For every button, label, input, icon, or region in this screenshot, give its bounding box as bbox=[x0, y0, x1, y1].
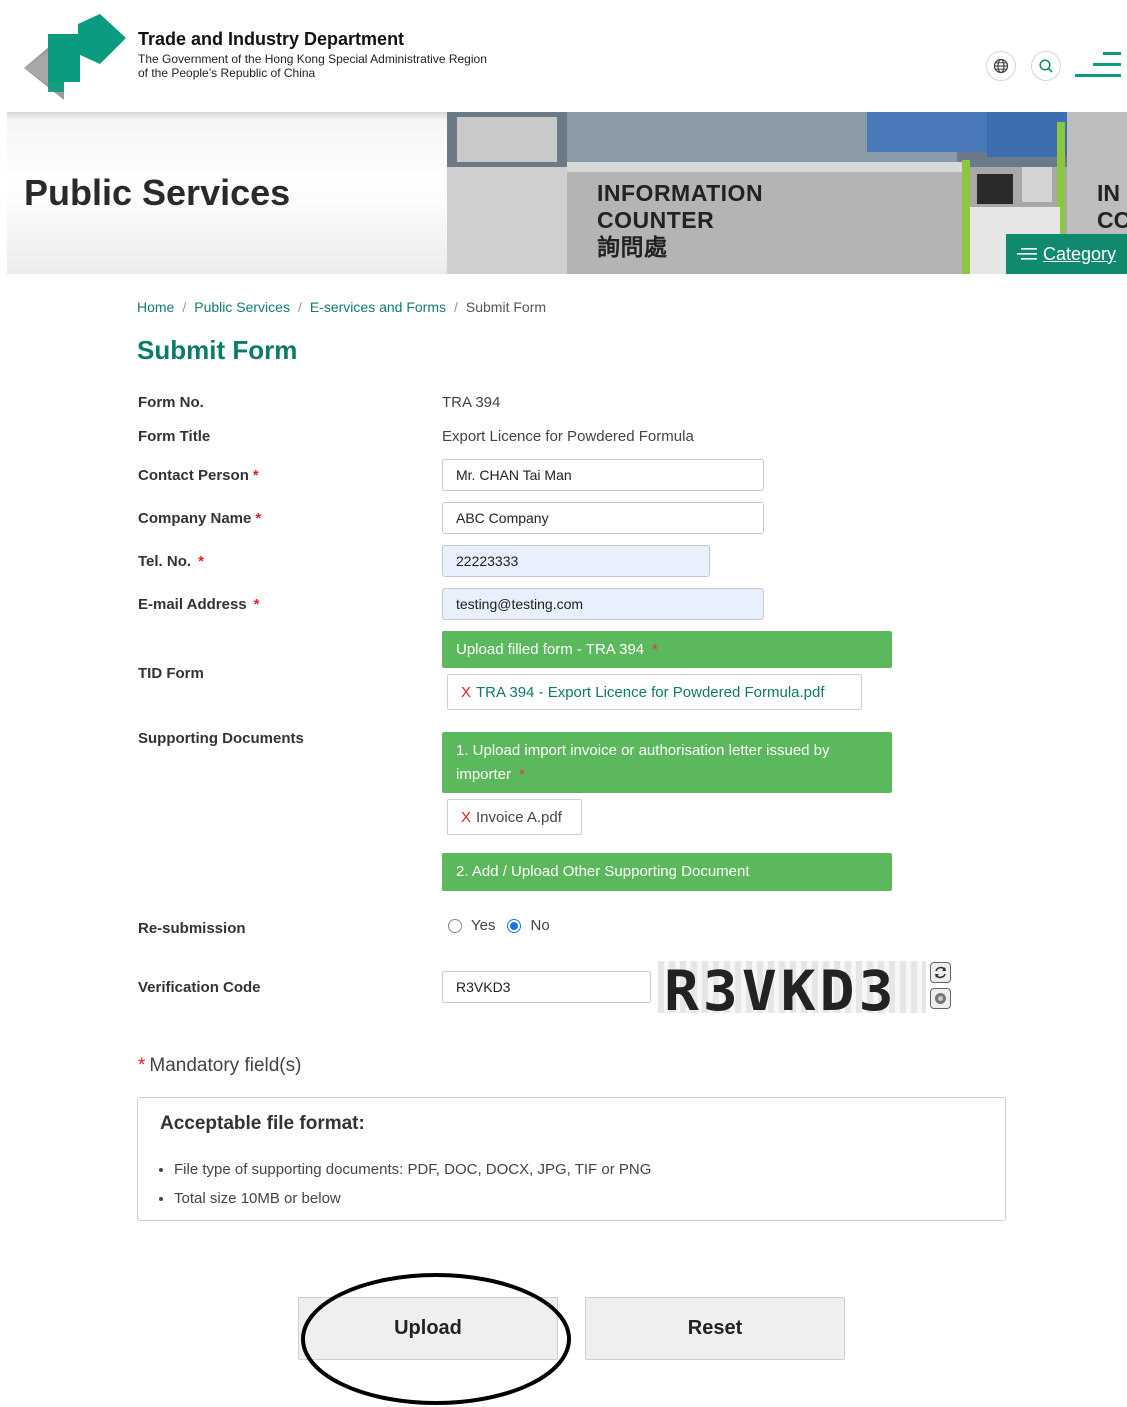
required-mark: * bbox=[652, 640, 658, 658]
gov-line-2: of the People’s Republic of China bbox=[138, 66, 316, 80]
form-title-value: Export Licence for Powdered Formula bbox=[442, 428, 694, 445]
sign-line-3: 詢問處 bbox=[597, 234, 668, 260]
supporting-documents-label: Supporting Documents bbox=[138, 730, 304, 747]
remove-file-icon[interactable]: X bbox=[461, 809, 471, 826]
file-format-info-box: Acceptable file format: File type of sup… bbox=[137, 1097, 1006, 1221]
mandatory-note: * Mandatory field(s) bbox=[138, 1055, 301, 1077]
upload-invoice-label-line-2-wrap: importer * bbox=[456, 763, 525, 787]
banner-title-area: Public Services bbox=[7, 112, 447, 274]
info-item: Total size 10MB or below bbox=[174, 1184, 651, 1213]
refresh-icon bbox=[935, 966, 946, 979]
breadcrumb-separator: / bbox=[297, 299, 302, 315]
breadcrumb-separator: / bbox=[454, 299, 458, 315]
form-title-label: Form Title bbox=[138, 428, 211, 445]
upload-invoice-label-line-2: importer bbox=[456, 765, 512, 783]
invoice-file-chip: X Invoice A.pdf bbox=[447, 799, 582, 835]
breadcrumb-current: Submit Form bbox=[465, 299, 547, 315]
required-mark: * bbox=[138, 1055, 146, 1076]
remove-file-icon[interactable]: X bbox=[461, 684, 471, 701]
resubmission-yes-label[interactable]: Yes bbox=[471, 917, 495, 934]
breadcrumb-public-services[interactable]: Public Services bbox=[194, 299, 290, 315]
breadcrumb: Home / Public Services / E-services and Form… bbox=[137, 299, 546, 315]
required-mark: * bbox=[519, 765, 525, 783]
banner-counter-sign-right: IN CC bbox=[1097, 180, 1127, 234]
banner-counter-sign: INFORMATION COUNTER 詢問處 bbox=[597, 180, 763, 261]
tid-file-name[interactable]: TRA 394 - Export Licence for Powdered Fo… bbox=[476, 684, 825, 701]
verification-code-label: Verification Code bbox=[138, 979, 261, 996]
category-label: Category bbox=[1042, 243, 1117, 264]
breadcrumb-home[interactable]: Home bbox=[137, 299, 174, 315]
resubmission-label: Re-submission bbox=[138, 920, 246, 937]
category-button[interactable]: Category bbox=[1006, 234, 1127, 274]
search-icon bbox=[1039, 59, 1053, 73]
tid-logo[interactable] bbox=[20, 12, 130, 100]
email-label: E-mail Address * bbox=[138, 596, 260, 613]
required-mark: * bbox=[252, 467, 259, 484]
resubmission-yes-radio[interactable] bbox=[448, 918, 462, 933]
sign-right-line-1: IN bbox=[1097, 180, 1120, 206]
reset-button[interactable]: Reset bbox=[585, 1297, 845, 1360]
required-mark: * bbox=[253, 596, 260, 613]
upload-other-document-button[interactable]: 2. Add / Upload Other Supporting Documen… bbox=[442, 853, 892, 891]
speaker-icon bbox=[935, 993, 946, 1004]
upload-invoice-label-line-1: 1. Upload import invoice or authorisatio… bbox=[456, 741, 830, 759]
hero-banner: Public Services INFORMATION COUNTER 詢問處 bbox=[7, 112, 1127, 274]
contact-person-label: Contact Person * bbox=[138, 467, 259, 484]
page-title: Public Services bbox=[24, 172, 291, 213]
contact-person-label-text: Contact Person bbox=[138, 467, 249, 484]
company-name-label: Company Name * bbox=[138, 510, 261, 527]
gov-line-1: The Government of the Hong Kong Special … bbox=[138, 52, 487, 66]
info-list: File type of supporting documents: PDF, … bbox=[174, 1155, 651, 1213]
sign-line-2: COUNTER bbox=[597, 207, 715, 233]
tel-no-input[interactable]: 22223333 bbox=[442, 545, 710, 577]
company-name-input[interactable]: ABC Company bbox=[442, 502, 764, 534]
resubmission-no-radio[interactable] bbox=[507, 918, 522, 933]
dept-name: Trade and Industry Department bbox=[138, 29, 405, 49]
sign-right-line-2: CC bbox=[1097, 207, 1127, 233]
upload-button[interactable]: Upload bbox=[298, 1297, 558, 1360]
breadcrumb-eservices[interactable]: E-services and Forms bbox=[310, 299, 446, 315]
info-title: Acceptable file format: bbox=[160, 1113, 365, 1134]
list-icon bbox=[1016, 248, 1037, 260]
search-button[interactable] bbox=[1031, 51, 1061, 81]
refresh-captcha-button[interactable] bbox=[930, 962, 951, 983]
required-mark: * bbox=[198, 553, 204, 570]
required-mark: * bbox=[255, 510, 262, 527]
invoice-file-name[interactable]: Invoice A.pdf bbox=[476, 809, 562, 826]
resubmission-no-label[interactable]: No bbox=[530, 917, 549, 934]
upload-invoice-button[interactable]: 1. Upload import invoice or authorisatio… bbox=[442, 732, 892, 793]
info-item: File type of supporting documents: PDF, … bbox=[174, 1155, 651, 1184]
email-input[interactable]: testing@testing.com bbox=[442, 588, 764, 620]
form-heading: Submit Form bbox=[137, 335, 298, 365]
mandatory-note-text: Mandatory field(s) bbox=[149, 1055, 302, 1076]
verification-code-input[interactable]: R3VKD3 bbox=[442, 971, 651, 1003]
globe-icon bbox=[993, 58, 1009, 74]
sign-line-1: INFORMATION bbox=[597, 180, 764, 206]
captcha-text: R3VKD3 bbox=[664, 961, 898, 1013]
company-name-label-text: Company Name bbox=[138, 510, 252, 527]
tid-form-label: TID Form bbox=[138, 665, 204, 682]
tel-no-label: Tel. No. * bbox=[138, 553, 204, 570]
audio-captcha-button[interactable] bbox=[930, 988, 951, 1009]
upload-filled-form-button[interactable]: Upload filled form - TRA 394 * bbox=[442, 631, 892, 668]
resubmission-radio-group: Yes No bbox=[448, 917, 550, 934]
form-no-value: TRA 394 bbox=[442, 394, 501, 411]
language-button[interactable] bbox=[986, 51, 1016, 81]
banner-shadow bbox=[7, 112, 447, 120]
upload-filled-form-label: Upload filled form - TRA 394 bbox=[456, 640, 645, 658]
breadcrumb-separator: / bbox=[182, 299, 187, 315]
tid-file-chip: X TRA 394 - Export Licence for Powdered … bbox=[447, 674, 862, 710]
contact-person-input[interactable]: Mr. CHAN Tai Man bbox=[442, 459, 764, 491]
site-header: Trade and Industry Department The Govern… bbox=[0, 0, 1127, 112]
tel-no-label-text: Tel. No. bbox=[138, 553, 192, 570]
menu-icon[interactable] bbox=[1075, 50, 1123, 80]
form-no-label: Form No. bbox=[138, 394, 204, 411]
captcha-image: R3VKD3 bbox=[658, 961, 926, 1013]
email-label-text: E-mail Address bbox=[138, 596, 247, 613]
